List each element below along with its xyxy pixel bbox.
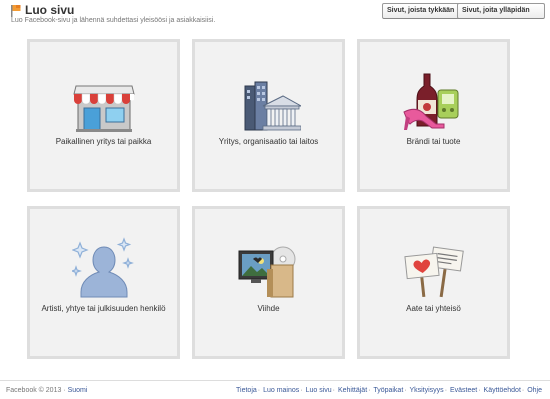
liked-pages-button[interactable]: Sivut, joista tykkään: [382, 3, 460, 19]
category-label: Aate tai yhteisö: [406, 304, 461, 313]
category-label: Paikallinen yritys tai paikka: [55, 137, 152, 146]
footer-link-developers[interactable]: Kehittäjät: [338, 387, 367, 394]
footer-divider: [0, 380, 550, 381]
footer-link-help[interactable]: Ohje: [527, 387, 542, 394]
language-link[interactable]: Suomi: [68, 387, 88, 394]
page-subtitle: Luo Facebook-sivu ja lähennä suhdettasi …: [11, 17, 216, 24]
footer-link-careers[interactable]: Työpaikat: [373, 387, 403, 394]
footer-copyright: Facebook © 2013 · Suomi: [6, 387, 87, 394]
footer-links: Tietoja· Luo mainos· Luo sivu· Kehittäjä…: [236, 387, 542, 394]
flag-icon: [11, 5, 21, 17]
footer-link-create-page[interactable]: Luo sivu: [306, 387, 332, 394]
category-tile-brand[interactable]: Brändi tai tuote: [357, 39, 510, 192]
footer-link-create-ad[interactable]: Luo mainos: [263, 387, 299, 394]
category-tile-entertainment[interactable]: Viihde: [192, 206, 345, 359]
category-tile-artist[interactable]: Artisti, yhtye tai julkisuuden henkilö: [27, 206, 180, 359]
category-label: Brändi tai tuote: [406, 137, 461, 146]
page-header: Luo sivu Luo Facebook-sivu ja lähennä su…: [0, 0, 550, 30]
protest-signs-icon: [403, 246, 464, 298]
footer-link-privacy[interactable]: Yksityisyys: [409, 387, 443, 394]
storefront-icon: [72, 85, 135, 132]
footer-link-cookies[interactable]: Evästeet: [450, 387, 477, 394]
entertainment-icon: [238, 246, 295, 298]
footer-link-terms[interactable]: Käyttöehdot: [484, 387, 521, 394]
page-title: Luo sivu: [25, 3, 75, 17]
category-label: Viihde: [257, 304, 280, 313]
products-icon: [402, 73, 458, 130]
person-sparkle-icon: [71, 237, 134, 298]
office-building-icon: [244, 81, 301, 131]
category-tile-cause[interactable]: Aate tai yhteisö: [357, 206, 510, 359]
admin-pages-button[interactable]: Sivut, joita ylläpidän: [457, 3, 545, 19]
category-tile-company[interactable]: Yritys, organisaatio tai laitos: [192, 39, 345, 192]
footer-link-about[interactable]: Tietoja: [236, 387, 257, 394]
category-tile-local-business[interactable]: Paikallinen yritys tai paikka: [27, 39, 180, 192]
copyright-text: Facebook © 2013 ·: [6, 387, 66, 394]
category-label: Artisti, yhtye tai julkisuuden henkilö: [41, 304, 166, 313]
category-label: Yritys, organisaatio tai laitos: [218, 137, 319, 146]
